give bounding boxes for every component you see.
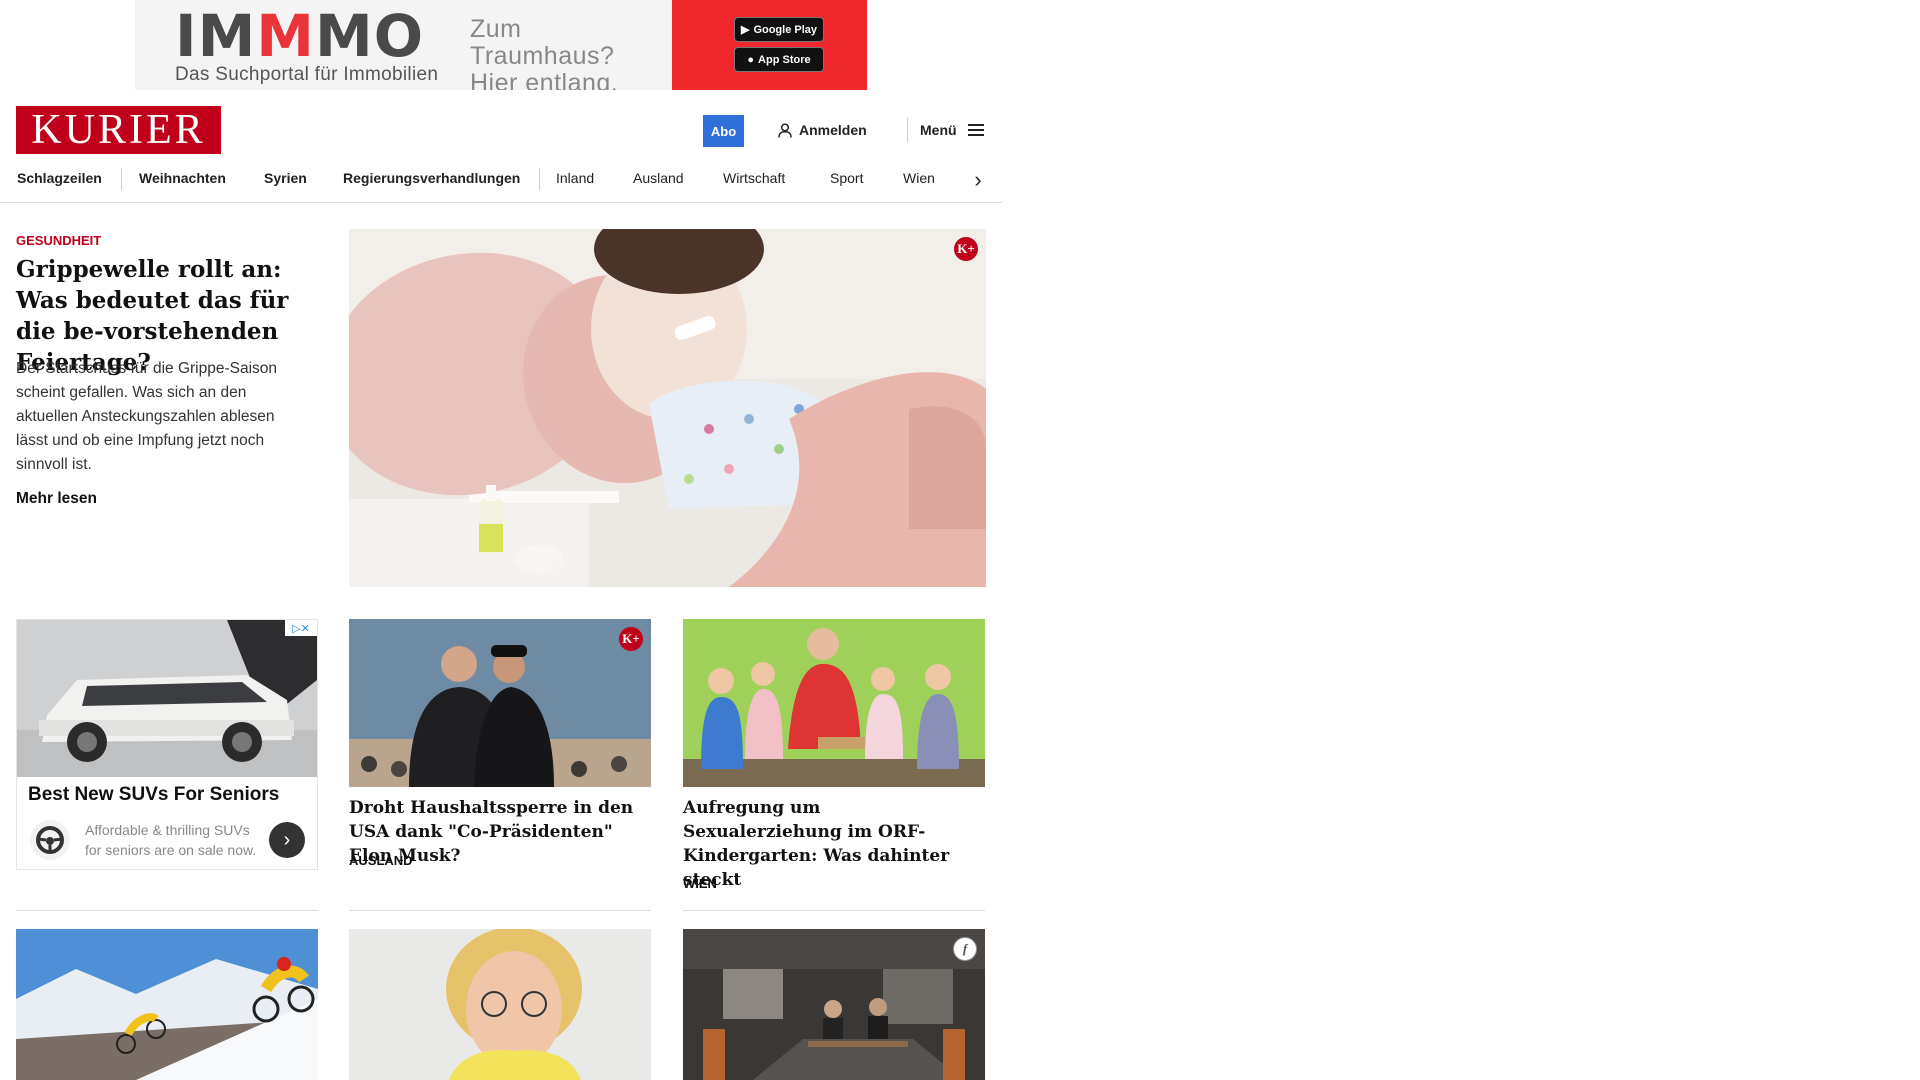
login-label: Anmelden <box>799 122 867 138</box>
ad-store-panel: ▶ Google Play ● App Store <box>672 0 867 90</box>
section-nav: Schlagzeilen Weihnachten Syrien Regierun… <box>0 160 1002 203</box>
google-play-label: Google Play <box>753 23 818 36</box>
ad-subline: Das Suchportal für Immobilien <box>175 64 439 85</box>
article-image-cycling[interactable] <box>16 929 318 1080</box>
suv-photo <box>17 620 317 777</box>
menu-label: Menü <box>920 122 957 138</box>
top-ad-banner[interactable]: IMMMO Das Suchportal für Immobilien Zum … <box>135 0 867 90</box>
article-title-kindergarten[interactable]: Aufregung um Sexualerziehung im ORF-Kind… <box>683 796 985 892</box>
app-store-label: App Store <box>758 53 811 66</box>
article-kicker-kindergarten[interactable]: WIEN <box>683 876 717 891</box>
card-divider <box>349 910 651 911</box>
steering-wheel-icon <box>30 820 70 860</box>
header-divider <box>907 118 908 142</box>
menu-button[interactable]: Menü <box>920 122 984 138</box>
article-image-usa[interactable]: K+ <box>349 619 651 787</box>
article-image-portrait[interactable] <box>349 929 651 1080</box>
app-store-button[interactable]: ● App Store <box>734 47 824 72</box>
nav-item-sport[interactable]: Sport <box>830 170 863 186</box>
portrait-photo <box>349 929 651 1080</box>
nav-item-ausland[interactable]: Ausland <box>633 170 684 186</box>
google-play-button[interactable]: ▶ Google Play <box>734 17 824 42</box>
ad-left-panel: IMMMO Das Suchportal für Immobilien Zum … <box>135 0 672 90</box>
apple-icon: ● <box>747 53 755 66</box>
nav-item-wien[interactable]: Wien <box>903 170 935 186</box>
nav-item-syrien[interactable]: Syrien <box>264 170 307 186</box>
article-kicker-usa[interactable]: AUSLAND <box>349 853 413 868</box>
children-photo <box>683 619 985 787</box>
nav-item-regierungsverhandlungen[interactable]: Regierungsverhandlungen <box>343 170 520 186</box>
ad-choices-icon[interactable]: ▷✕ <box>285 620 317 636</box>
play-icon: ▶ <box>740 24 750 36</box>
nav-item-schlagzeilen[interactable]: Schlagzeilen <box>17 170 102 186</box>
article-image-kitchen[interactable]: f <box>683 929 985 1080</box>
abo-button[interactable]: Abo <box>703 115 744 147</box>
nav-divider <box>121 168 122 190</box>
login-button[interactable]: Anmelden <box>778 122 867 138</box>
card-divider <box>16 910 318 911</box>
hamburger-icon <box>967 124 984 136</box>
read-more-link[interactable]: Mehr lesen <box>16 490 97 508</box>
nav-divider <box>539 168 540 190</box>
card-divider <box>683 910 985 911</box>
hero-kicker[interactable]: GESUNDHEIT <box>16 233 101 248</box>
article-image-kindergarten[interactable] <box>683 619 985 787</box>
chevron-right-icon[interactable]: › <box>269 822 305 858</box>
politicians-photo <box>349 619 651 787</box>
sponsored-card[interactable]: ▷✕ Best New SUVs For Seniors Affordable … <box>16 619 318 870</box>
chevron-right-icon[interactable]: › <box>968 166 988 194</box>
ad-card-text: Affordable & thrilling SUVs for seniors … <box>85 822 257 858</box>
ad-card-title[interactable]: Best New SUVs For Seniors <box>28 784 279 806</box>
suv-ad-image: ▷✕ <box>17 620 317 777</box>
kplus-badge: K+ <box>954 237 978 261</box>
nav-item-inland[interactable]: Inland <box>556 170 594 186</box>
kitchen-photo <box>683 929 985 1080</box>
hero-image[interactable]: K+ <box>349 229 986 587</box>
nav-item-wirtschaft[interactable]: Wirtschaft <box>723 170 785 186</box>
kplus-badge: K+ <box>619 627 643 651</box>
cycling-photo <box>16 929 318 1080</box>
user-icon <box>778 122 792 138</box>
ad-brand-logo: IMMMO <box>175 2 425 70</box>
ad-claim: Zum Traumhaus? Hier entlang. <box>470 15 619 91</box>
sick-child-photo <box>349 229 986 587</box>
nav-item-weihnachten[interactable]: Weihnachten <box>139 170 226 186</box>
hero-teaser: Der Startschuss für die Grippe-Saison sc… <box>16 360 278 473</box>
kurier-logo[interactable]: KURIER <box>16 106 221 154</box>
premium-badge-icon: f <box>953 937 977 961</box>
